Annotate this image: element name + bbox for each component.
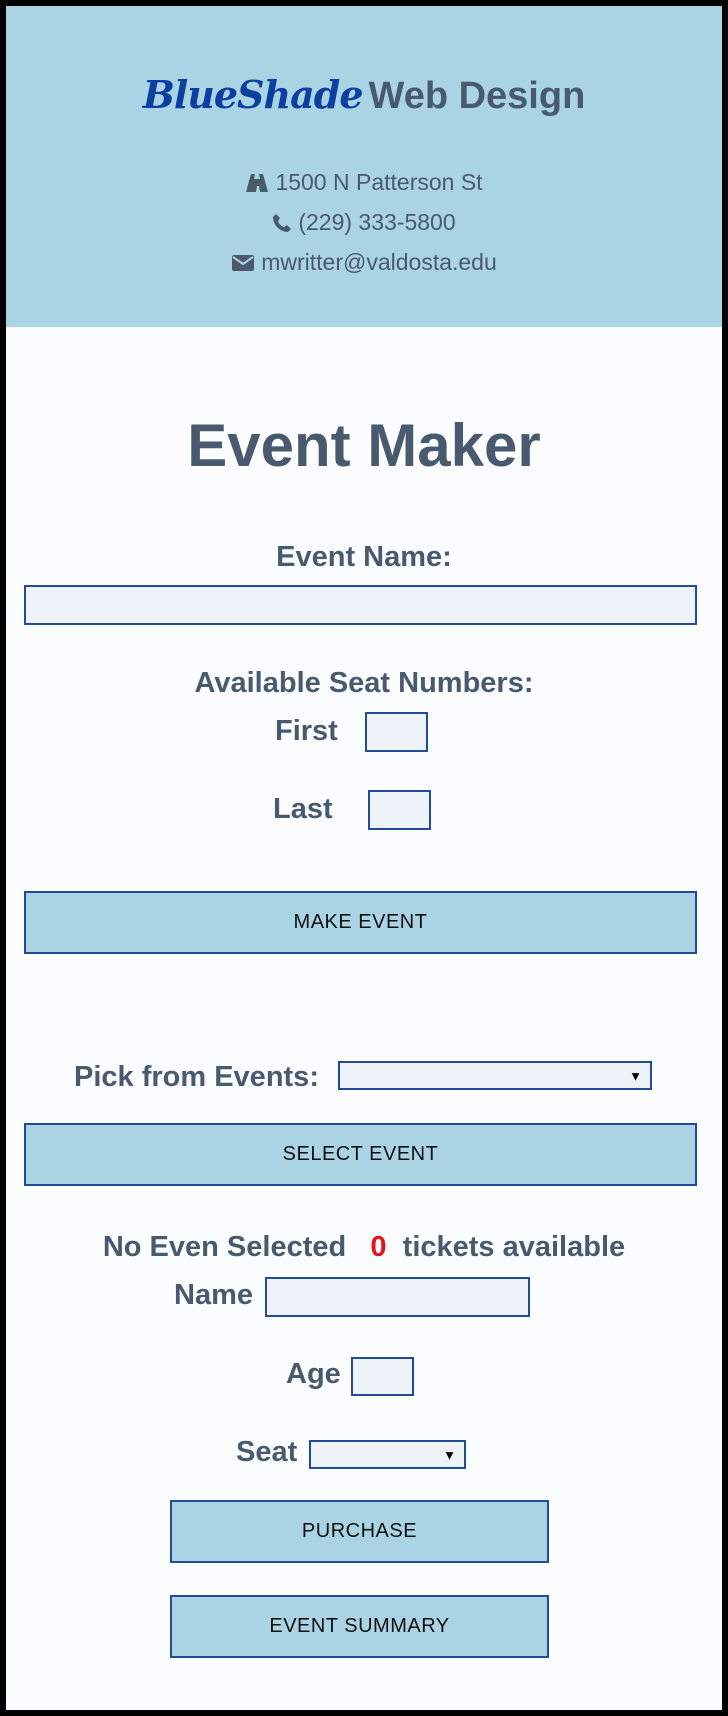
purchase-button[interactable]: PURCHASE	[170, 1500, 549, 1563]
make-event-button[interactable]: MAKE EVENT	[24, 891, 697, 954]
contact-address: 1500 N Patterson St	[6, 169, 722, 196]
seat-select[interactable]: ▼	[309, 1440, 466, 1469]
contact-email[interactable]: mwritter@valdosta.edu	[6, 249, 722, 276]
pick-events-label: Pick from Events:	[74, 1061, 319, 1093]
site-header: BlueShade Web Design 1500 N Patterson St …	[6, 6, 722, 327]
event-summary-button[interactable]: EVENT SUMMARY	[170, 1595, 549, 1658]
brand-script: BlueShade	[142, 72, 364, 117]
status-event-text: No Even Selected	[102, 1231, 347, 1263]
road-icon	[245, 169, 275, 195]
age-label: Age	[286, 1358, 341, 1390]
address-text: 1500 N Patterson St	[275, 169, 483, 195]
first-seat-input[interactable]	[365, 712, 428, 752]
events-select[interactable]: ▼	[338, 1061, 652, 1090]
page-title: Event Maker	[187, 412, 541, 479]
event-name-input[interactable]	[24, 585, 697, 625]
ticket-count: 0	[370, 1231, 387, 1263]
email-text[interactable]: mwritter@valdosta.edu	[261, 249, 497, 275]
name-label: Name	[174, 1279, 253, 1311]
brand-text: Web Design	[368, 75, 586, 117]
event-name-label: Event Name:	[276, 541, 452, 573]
seat-label: Seat	[236, 1436, 298, 1468]
phone-icon	[272, 209, 298, 235]
page-frame: BlueShade Web Design 1500 N Patterson St …	[0, 0, 728, 1716]
select-event-button[interactable]: SELECT EVENT	[24, 1123, 697, 1186]
ticket-status: No Even Selected 0 tickets available	[6, 1231, 722, 1264]
age-input[interactable]	[351, 1357, 414, 1396]
brand-logo: BlueShade Web Design	[6, 72, 722, 118]
envelope-icon	[231, 249, 261, 275]
chevron-down-icon: ▼	[629, 1068, 642, 1083]
last-label: Last	[273, 793, 333, 825]
buyer-name-input[interactable]	[265, 1277, 530, 1317]
contact-phone: (229) 333-5800	[6, 209, 722, 236]
status-suffix: tickets available	[402, 1231, 626, 1263]
first-label: First	[275, 715, 338, 747]
last-seat-input[interactable]	[368, 790, 431, 830]
phone-text: (229) 333-5800	[298, 209, 456, 235]
chevron-down-icon: ▼	[443, 1447, 456, 1462]
seats-label: Available Seat Numbers:	[194, 667, 534, 699]
